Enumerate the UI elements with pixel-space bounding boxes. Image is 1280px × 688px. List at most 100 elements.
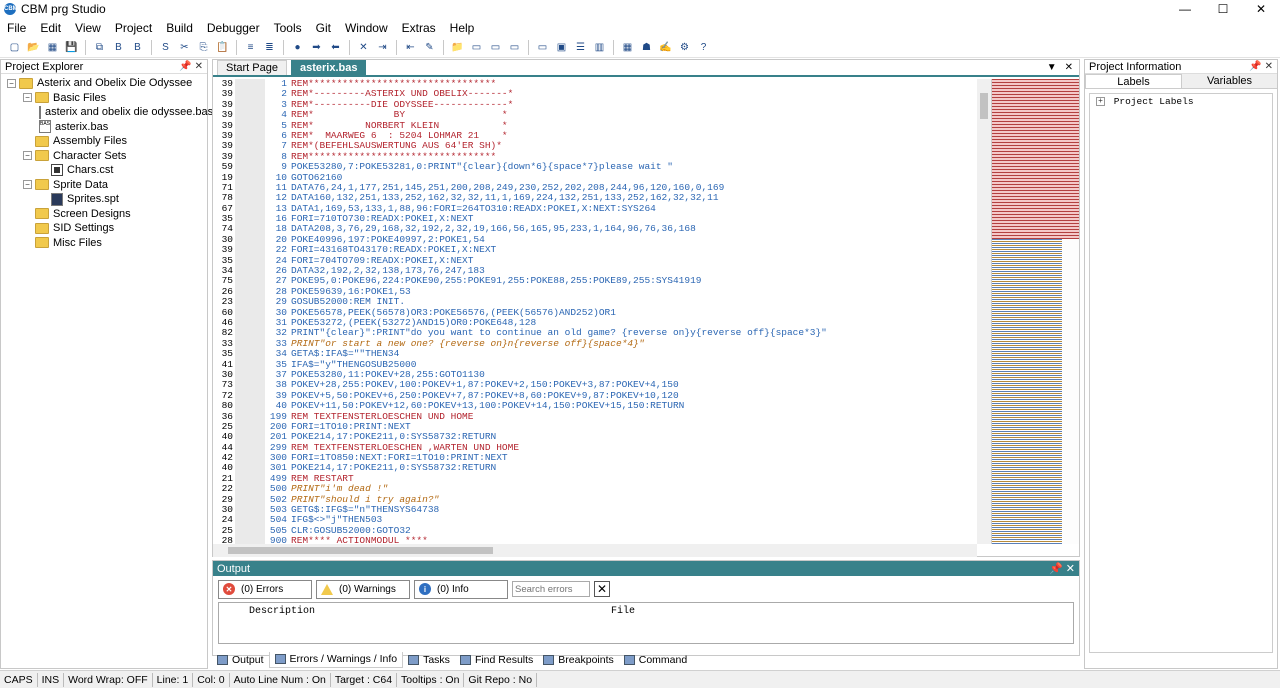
list-icon[interactable]: ☰ (572, 39, 589, 56)
menu-window[interactable]: Window (338, 21, 395, 35)
gutter[interactable] (235, 317, 265, 329)
gutter[interactable] (235, 536, 265, 544)
gutter[interactable] (235, 99, 265, 111)
pin-icon[interactable]: 📌 (1049, 563, 1063, 575)
gutter[interactable] (235, 484, 265, 495)
gutter[interactable] (235, 255, 265, 267)
gutter[interactable] (235, 505, 265, 516)
gutter[interactable] (235, 338, 265, 350)
project-labels-node[interactable]: Project Labels (1114, 96, 1194, 107)
step-icon[interactable]: ➡ (308, 39, 325, 56)
code-line[interactable]: 35 34 GETA$:IFA$=""THEN34 (213, 348, 991, 360)
paste-icon[interactable]: 📋 (214, 39, 231, 56)
gutter[interactable] (235, 380, 265, 391)
output-tab[interactable]: Command (619, 652, 692, 668)
close-tab-icon[interactable]: ✕ (1065, 62, 1073, 73)
gutter[interactable] (235, 286, 265, 298)
gutter[interactable] (235, 432, 265, 443)
output-tab[interactable]: Breakpoints (538, 652, 618, 668)
gutter[interactable] (235, 515, 265, 526)
tree-item[interactable]: BAS asterix and obelix die odyssee.bas (1, 105, 213, 120)
save-all-icon[interactable]: ⧉ (91, 39, 108, 56)
code-text[interactable]: 39 1 REM********************************* 3… (213, 79, 991, 544)
gutter[interactable] (235, 172, 265, 183)
cut-icon[interactable]: ✂ (176, 39, 193, 56)
prg-run-icon[interactable]: ▭ (487, 39, 504, 56)
tab-variables[interactable]: Variables (1182, 74, 1277, 88)
layout-icon[interactable]: ▦ (44, 39, 61, 56)
gutter[interactable] (235, 245, 265, 256)
search-errors-input[interactable] (512, 581, 590, 597)
gutter[interactable] (235, 234, 265, 246)
gutter[interactable] (235, 151, 265, 163)
file-column-header[interactable]: File (607, 603, 635, 643)
build-bin-icon[interactable]: B (110, 39, 127, 56)
tree-item[interactable]: Sprites.spt (1, 192, 207, 207)
pr7-run-icon[interactable]: ▭ (534, 39, 551, 56)
gear-icon[interactable]: ⚙ (676, 39, 693, 56)
gutter[interactable] (235, 297, 265, 308)
save-icon[interactable]: 💾 (63, 39, 80, 56)
close-button[interactable]: ✕ (1242, 0, 1280, 18)
stop-icon[interactable]: ✕ (355, 39, 372, 56)
output-tab[interactable]: Errors / Warnings / Info (268, 651, 404, 668)
warnings-filter-button[interactable]: (0) Warnings (316, 579, 410, 599)
code-line[interactable]: 80 40 POKEV+11,50:POKEV+12,60:POKEV+13,100… (213, 400, 991, 412)
collapse-icon[interactable]: − (23, 151, 32, 161)
close-pane-icon[interactable]: ✕ (1066, 563, 1075, 575)
pr7-icon[interactable]: ▭ (506, 39, 523, 56)
menu-file[interactable]: File (0, 21, 33, 35)
collapse-icon[interactable]: − (7, 78, 16, 88)
tree-item[interactable]: − Basic Files (1, 91, 207, 106)
menu-tools[interactable]: Tools (267, 21, 309, 35)
edit-icon[interactable]: ✎ (421, 39, 438, 56)
tree-item[interactable]: − Sprite Data (1, 178, 207, 193)
menu-view[interactable]: View (68, 21, 108, 35)
menu-debugger[interactable]: Debugger (200, 21, 267, 35)
info-filter-button[interactable]: i (0) Info (414, 579, 508, 599)
gutter[interactable] (235, 349, 265, 360)
gutter[interactable] (235, 193, 265, 204)
build-bas-icon[interactable]: B (129, 39, 146, 56)
gutter[interactable] (235, 120, 265, 131)
collapse-icon[interactable]: − (23, 180, 32, 190)
gutter[interactable] (235, 453, 265, 464)
breakpoint-icon[interactable]: ● (289, 39, 306, 56)
tab-asterix-bas[interactable]: asterix.bas (290, 60, 367, 75)
grid-icon[interactable]: ▦ (619, 39, 636, 56)
build-seq-icon[interactable]: S (157, 39, 174, 56)
gutter[interactable] (235, 369, 265, 381)
gutter[interactable] (235, 328, 265, 339)
menu-help[interactable]: Help (443, 21, 482, 35)
tree-item[interactable]: Misc Files (1, 236, 207, 251)
robot-icon[interactable]: ☗ (638, 39, 655, 56)
gutter[interactable] (235, 401, 265, 412)
collapse-icon[interactable]: − (23, 93, 32, 103)
new-project-icon[interactable]: ▢ (6, 39, 23, 56)
gutter[interactable] (235, 203, 265, 215)
pin-icon[interactable]: 📌 (179, 61, 191, 72)
menu-extras[interactable]: Extras (395, 21, 443, 35)
tree-item[interactable]: BAS asterix.bas (1, 120, 207, 135)
uncomment-icon[interactable]: ≣ (261, 39, 278, 56)
tree-item[interactable]: SID Settings (1, 221, 207, 236)
menu-build[interactable]: Build (159, 21, 200, 35)
gutter[interactable] (235, 463, 265, 474)
gutter[interactable] (235, 130, 265, 142)
tab-labels[interactable]: Labels (1085, 74, 1182, 88)
output-tab[interactable]: Find Results (455, 652, 538, 668)
comment-icon[interactable]: ≡ (242, 39, 259, 56)
tree-item[interactable]: Assembly Files (1, 134, 207, 149)
tree-item[interactable]: − Character Sets (1, 149, 207, 164)
gutter[interactable] (235, 182, 265, 194)
horizontal-scrollbar[interactable] (213, 544, 977, 557)
prg-icon[interactable]: ▭ (468, 39, 485, 56)
gutter[interactable] (235, 141, 265, 152)
gutter[interactable] (235, 266, 265, 277)
screen-icon[interactable]: ▣ (553, 39, 570, 56)
column-icon[interactable]: ▥ (591, 39, 608, 56)
expand-icon[interactable]: + (1096, 96, 1105, 106)
output-tab[interactable]: Output (212, 652, 269, 668)
code-line[interactable]: 28 900 REM**** ACTIONMODUL **** (213, 535, 991, 544)
gutter[interactable] (235, 411, 265, 422)
